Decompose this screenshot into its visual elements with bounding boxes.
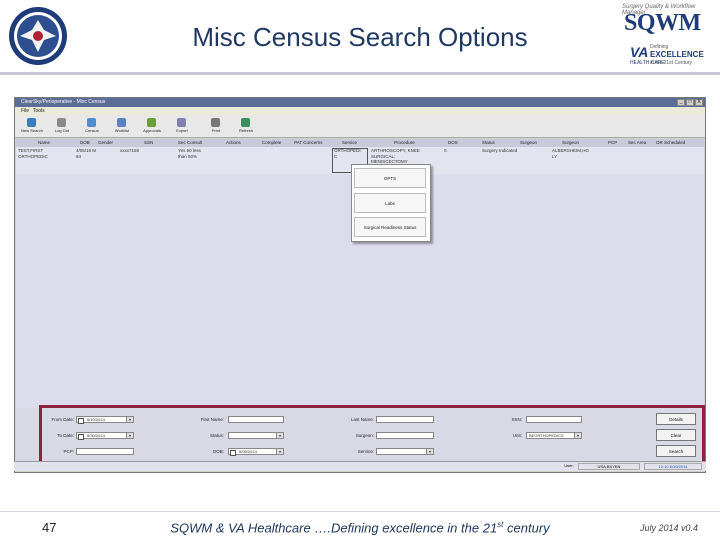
logo-excellence: EXCELLENCE: [650, 50, 704, 59]
status-bar: User: USA,BXYEN 12:10 6/10/2014: [14, 461, 706, 471]
column-header[interactable]: Surgeon: [520, 140, 537, 145]
menu-tools[interactable]: Tools: [33, 108, 45, 114]
menubar: File Tools: [15, 107, 705, 115]
toolbar-label: Log Out: [54, 128, 70, 133]
sqwm-logo: Surgery Quality & Workflow Manager SQWM …: [612, 4, 716, 70]
column-header[interactable]: Service: [342, 140, 357, 145]
column-header[interactable]: DOS: [448, 140, 458, 145]
column-header[interactable]: PCP: [608, 140, 617, 145]
logo-wordmark: SQWM: [624, 10, 701, 36]
approvals-icon: [147, 118, 156, 127]
cell-surgeon: ALBERSHEIM,HO LY: [552, 148, 590, 159]
toolbar-label: Worklist: [114, 128, 130, 133]
worklist-button[interactable]: Worklist: [107, 117, 137, 135]
refresh-icon: [241, 118, 250, 127]
menu-file[interactable]: File: [21, 108, 29, 114]
footer-divider: [0, 511, 720, 512]
close-button[interactable]: X: [695, 99, 703, 106]
cell-dob: 4/05/19 M 64: [76, 148, 97, 159]
maximize-button[interactable]: □: [686, 99, 694, 106]
column-header[interactable]: OR Scheduled: [656, 140, 685, 145]
column-header[interactable]: Sec Area: [628, 140, 646, 145]
cell-dos: 0: [444, 148, 447, 153]
new-search-button[interactable]: New Search: [17, 117, 47, 135]
column-header[interactable]: SSN: [144, 140, 153, 145]
toolbar-label: Census: [85, 128, 99, 133]
column-header[interactable]: Actions: [226, 140, 241, 145]
print-icon: [211, 118, 220, 127]
highlight-frame: [39, 405, 705, 469]
column-header[interactable]: DOB: [80, 140, 90, 145]
context-menu: OPTS Labs Surgical Readiness Status: [351, 164, 431, 242]
new-search-icon: [27, 118, 36, 127]
cell-sec-consult: Yes 60 less than 50%: [178, 148, 201, 159]
footer-text-main: SQWM & VA Healthcare ….Defining excellen…: [170, 520, 498, 536]
census-button[interactable]: Census: [77, 117, 107, 135]
user-name: USA,BXYEN: [578, 463, 640, 470]
column-header[interactable]: Status: [482, 140, 495, 145]
menu-item-surgical-readiness[interactable]: Surgical Readiness Status: [354, 217, 426, 237]
column-header[interactable]: Complete: [262, 140, 281, 145]
column-header[interactable]: Procedure: [394, 140, 415, 145]
toolbar-label: Export: [176, 128, 188, 133]
logo-century: in the 21st Century: [650, 60, 692, 66]
footer-tagline: SQWM & VA Healthcare ….Defining excellen…: [0, 520, 720, 535]
toolbar: New Search Log Out Census Worklist Appro…: [15, 115, 705, 138]
version-label: July 2014 v0.4: [640, 523, 699, 533]
export-icon: [177, 118, 186, 127]
column-header[interactable]: Gender: [98, 140, 113, 145]
menu-item-labs[interactable]: Labs: [354, 193, 426, 213]
toolbar-label: Approvals: [143, 128, 161, 133]
column-header[interactable]: Surgeon: [562, 140, 579, 145]
menu-item-opts[interactable]: OPTS: [354, 168, 426, 188]
toolbar-label: Refresh: [238, 128, 253, 133]
worklist-icon: [117, 118, 126, 127]
slide-title: Misc Census Search Options: [192, 22, 528, 52]
va-logo: VA: [630, 44, 649, 60]
cell-status: Surgery Indicated: [482, 148, 518, 153]
cell-name: TEST,FIRST ORTHOPEDIC: [18, 148, 48, 159]
user-label: User:: [564, 463, 574, 468]
cell-procedure: ARTHROSCOPY, KNEE SURGICAL; MENISCECTOMY: [371, 148, 420, 164]
cell-service: ORTHOPEDI C: [334, 148, 361, 159]
census-icon: [87, 118, 96, 127]
refresh-button[interactable]: Refresh: [231, 117, 261, 135]
window-title: ClearSky/Perioperative - Misc Census: [21, 99, 106, 105]
logout-button[interactable]: Log Out: [47, 117, 77, 135]
print-button[interactable]: Print: [201, 117, 231, 135]
approvals-button[interactable]: Approvals: [137, 117, 167, 135]
slide-header: Misc Census Search Options Surgery Quali…: [0, 0, 720, 75]
column-header[interactable]: Sec Consult: [178, 140, 202, 145]
toolbar-label: New Search: [21, 128, 43, 133]
logout-icon: [57, 118, 66, 127]
footer-text-end: century: [503, 520, 550, 536]
export-button[interactable]: Export: [167, 117, 197, 135]
column-header[interactable]: PAT Concerns: [294, 140, 323, 145]
cell-ssn: xxxx7158: [120, 148, 140, 153]
toolbar-label: Print: [211, 128, 221, 133]
va-seal-icon: [9, 7, 67, 65]
status-time: 12:10 6/10/2014: [644, 463, 702, 470]
header-divider: [0, 72, 720, 75]
column-header[interactable]: Name: [38, 140, 50, 145]
minimize-button[interactable]: _: [677, 99, 685, 106]
window-titlebar: ClearSky/Perioperative - Misc Census _ □…: [15, 98, 705, 107]
